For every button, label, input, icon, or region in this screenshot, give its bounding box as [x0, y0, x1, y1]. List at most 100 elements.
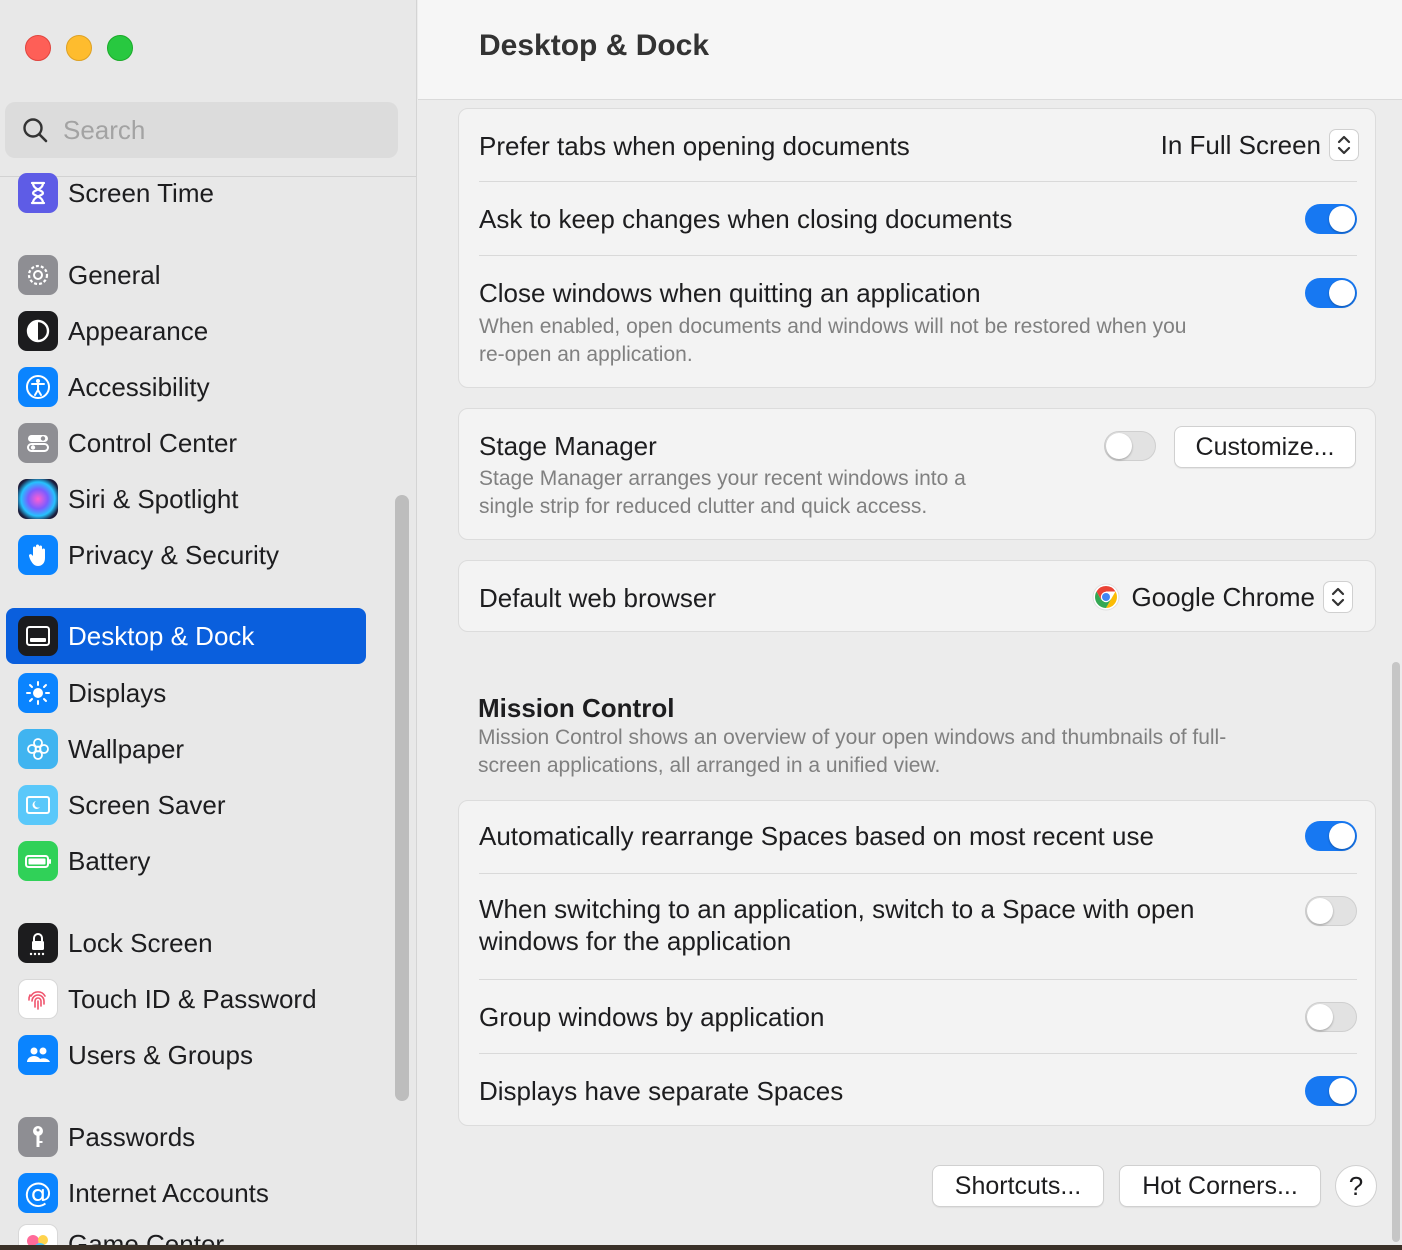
prefer-tabs-label: Prefer tabs when opening documents [479, 131, 910, 161]
default-browser-label: Default web browser [479, 583, 716, 613]
default-browser-card: Default web browser Google Chrome [458, 560, 1376, 632]
stage-manager-description: Stage Manager arranges your recent windo… [479, 467, 966, 490]
close-windows-description: When enabled, open documents and windows… [479, 315, 1187, 338]
sidebar-item-users-groups[interactable]: Users & Groups [6, 1027, 366, 1083]
sidebar-item-privacy-security[interactable]: Privacy & Security [6, 527, 366, 583]
gear-icon [18, 255, 58, 295]
separate-spaces-row: Displays have separate Spaces [479, 1054, 1357, 1126]
sidebar-item-passwords[interactable]: Passwords [6, 1109, 366, 1165]
sidebar-item-general[interactable]: General [6, 247, 366, 303]
close-windows-description: re-open an application. [479, 343, 693, 366]
switch-space-label: When switching to an application, switch… [479, 894, 1195, 924]
page-title: Desktop & Dock [479, 29, 710, 62]
sidebar-item-label: Accessibility [68, 371, 210, 402]
sidebar-item-label: Battery [68, 845, 151, 876]
accessibility-icon [18, 367, 58, 407]
sidebar-item-label: Lock Screen [68, 927, 213, 958]
ask-keep-changes-label: Ask to keep changes when closing documen… [479, 204, 1013, 234]
minimize-window-button[interactable] [66, 35, 92, 61]
stage-manager-toggle[interactable] [1104, 431, 1156, 461]
group-windows-label: Group windows by application [479, 1002, 825, 1032]
key-icon [18, 1117, 58, 1157]
mission-control-description-line: Mission Control shows an overview of you… [478, 726, 1227, 749]
sidebar-item-lock-screen[interactable]: Lock Screen [6, 915, 366, 971]
sidebar-item-touch-id-password[interactable]: Touch ID & Password [6, 971, 366, 1027]
main-scrollbar[interactable] [1392, 662, 1400, 1242]
sidebar-item-control-center[interactable]: Control Center [6, 415, 366, 471]
sidebar-item-label: Users & Groups [68, 1039, 253, 1070]
mission-control-description-line: screen applications, all arranged in a u… [478, 754, 941, 777]
chrome-icon [1092, 583, 1120, 611]
sidebar-item-battery[interactable]: Battery [6, 833, 366, 889]
zoom-window-button[interactable] [107, 35, 133, 61]
flower-icon [18, 729, 58, 769]
screen-saver-icon [18, 785, 58, 825]
sidebar-item-label: General [68, 259, 161, 290]
mission-control-card: Automatically rearrange Spaces based on … [458, 800, 1376, 1126]
users-icon [18, 1035, 58, 1075]
sidebar-item-label: Siri & Spotlight [68, 483, 239, 514]
sidebar: Screen Time General Appearance Accessibi… [0, 0, 417, 1250]
sidebar-item-appearance[interactable]: Appearance [6, 303, 366, 359]
stage-manager-card: Stage Manager Stage Manager arranges you… [458, 408, 1376, 540]
sidebar-item-label: Internet Accounts [68, 1177, 269, 1208]
mission-control-title: Mission Control [478, 693, 675, 723]
desktop-edge [0, 1245, 1402, 1250]
ask-keep-changes-row: Ask to keep changes when closing documen… [479, 182, 1357, 256]
close-windows-row: Close windows when quitting an applicati… [479, 256, 1357, 388]
shortcuts-button[interactable]: Shortcuts... [932, 1165, 1104, 1207]
switch-space-row: When switching to an application, switch… [479, 874, 1357, 978]
sidebar-item-label: Passwords [68, 1121, 196, 1152]
appearance-icon [18, 311, 58, 351]
separate-spaces-label: Displays have separate Spaces [479, 1076, 844, 1106]
sidebar-item-screen-saver[interactable]: Screen Saver [6, 777, 366, 833]
rearrange-spaces-label: Automatically rearrange Spaces based on … [479, 821, 1154, 851]
sidebar-item-displays[interactable]: Displays [6, 665, 366, 721]
rearrange-spaces-toggle[interactable] [1305, 821, 1357, 851]
sidebar-item-desktop-dock[interactable]: Desktop & Dock [6, 608, 366, 664]
sidebar-item-internet-accounts[interactable]: @ Internet Accounts [6, 1165, 366, 1221]
window-controls [25, 35, 133, 61]
hot-corners-button[interactable]: Hot Corners... [1119, 1165, 1321, 1207]
switch-space-toggle[interactable] [1305, 896, 1357, 926]
separate-spaces-toggle[interactable] [1305, 1076, 1357, 1106]
siri-icon [18, 479, 58, 519]
sidebar-item-siri-spotlight[interactable]: Siri & Spotlight [6, 471, 366, 527]
sidebar-item-wallpaper[interactable]: Wallpaper [6, 721, 366, 777]
chevron-up-down-icon [1329, 129, 1359, 161]
group-windows-row: Group windows by application [479, 980, 1357, 1052]
search-icon [23, 118, 48, 143]
sidebar-item-accessibility[interactable]: Accessibility [6, 359, 366, 415]
lock-icon [18, 923, 58, 963]
prefer-tabs-row: Prefer tabs when opening documents In Fu… [479, 109, 1359, 181]
ask-keep-changes-toggle[interactable] [1305, 204, 1357, 234]
sidebar-item-label: Screen Saver [68, 789, 226, 820]
default-browser-value: Google Chrome [1131, 581, 1315, 612]
group-windows-toggle[interactable] [1305, 1002, 1357, 1032]
prefer-tabs-popup[interactable]: In Full Screen [1161, 129, 1359, 161]
search-input[interactable] [63, 114, 363, 146]
help-button[interactable]: ? [1335, 1165, 1377, 1207]
sidebar-scrollbar[interactable] [395, 495, 409, 1101]
sidebar-item-label: Screen Time [68, 177, 214, 208]
windows-settings-card: Prefer tabs when opening documents In Fu… [458, 108, 1376, 388]
switch-space-label: windows for the application [479, 926, 792, 956]
chevron-up-down-icon [1323, 581, 1353, 613]
control-center-icon [18, 423, 58, 463]
sidebar-item-label: Appearance [68, 315, 209, 346]
close-windows-label: Close windows when quitting an applicati… [479, 278, 981, 308]
hand-icon [18, 535, 58, 575]
toolbar: Desktop & Dock [418, 0, 1402, 100]
battery-icon [18, 841, 58, 881]
stage-manager-description: single strip for reduced clutter and qui… [479, 495, 928, 518]
dock-icon [18, 616, 58, 656]
close-windows-toggle[interactable] [1305, 278, 1357, 308]
sidebar-item-label: Displays [68, 677, 167, 708]
sidebar-item-screen-time[interactable]: Screen Time [6, 165, 366, 221]
search-field[interactable] [5, 102, 398, 158]
default-browser-popup[interactable]: Google Chrome [1091, 581, 1353, 613]
stage-manager-label: Stage Manager [479, 431, 657, 461]
close-window-button[interactable] [25, 35, 51, 61]
customize-stage-manager-button[interactable]: Customize... [1174, 426, 1356, 468]
fingerprint-icon [18, 979, 58, 1019]
